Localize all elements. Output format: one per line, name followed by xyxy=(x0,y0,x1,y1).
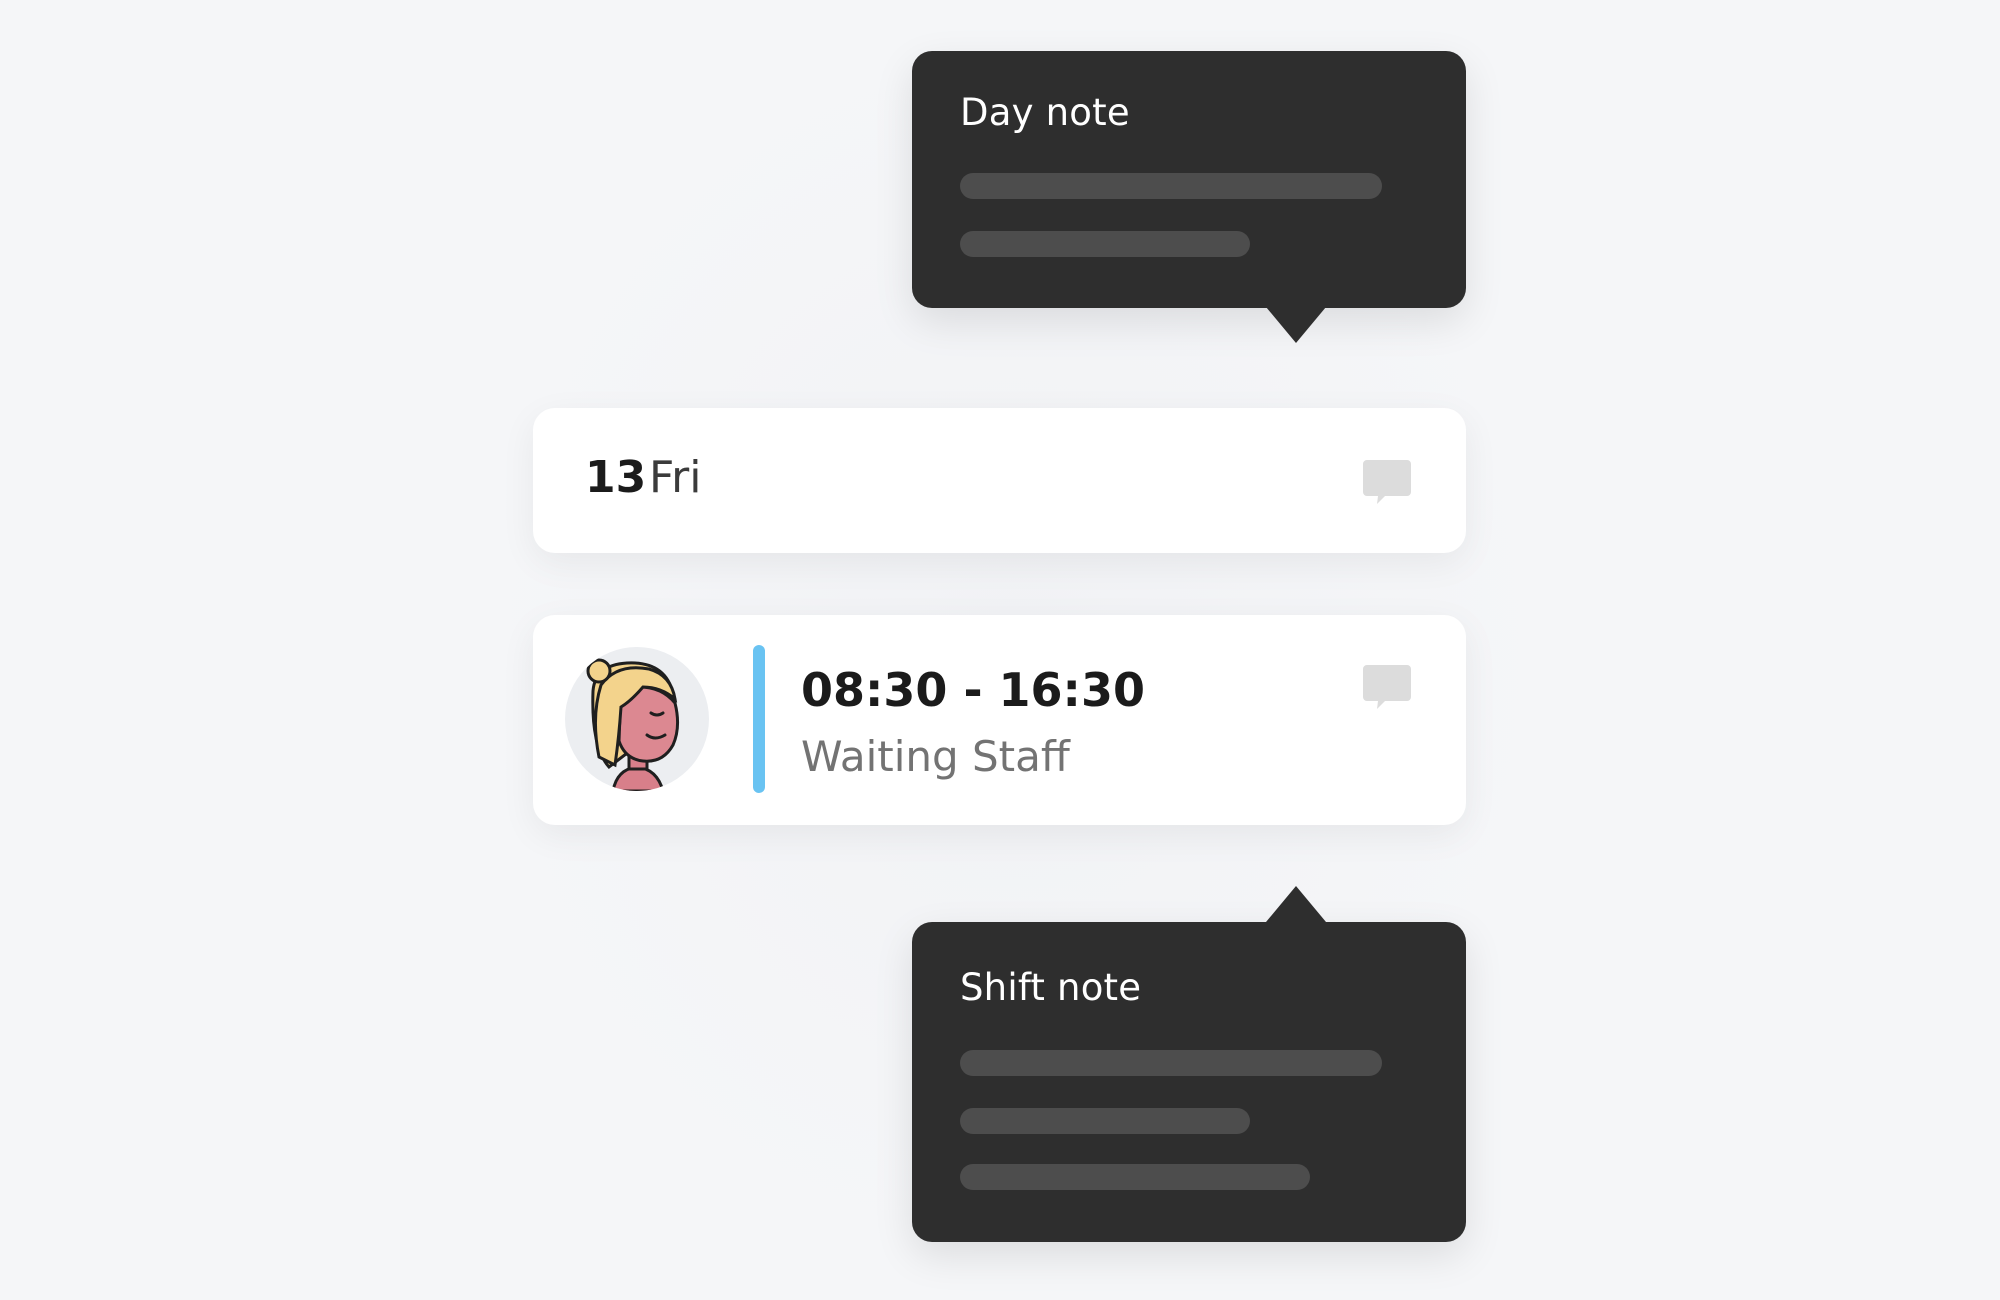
shift-note-placeholder-line xyxy=(960,1050,1382,1076)
day-note-placeholder-line xyxy=(960,173,1382,199)
day-header-card[interactable]: 13 Fri xyxy=(533,408,1466,553)
user-avatar xyxy=(565,647,709,791)
shift-note-title: Shift note xyxy=(960,966,1142,1009)
date-number: 13 xyxy=(585,452,647,503)
shift-note-pointer xyxy=(1266,886,1326,922)
shift-card[interactable]: 08:30 - 16:30 Waiting Staff xyxy=(533,615,1466,825)
comment-icon[interactable] xyxy=(1361,456,1413,508)
shift-note-placeholder-line xyxy=(960,1108,1250,1134)
shift-note-popover: Shift note xyxy=(912,886,1466,1242)
day-note-placeholder-line xyxy=(960,231,1250,257)
shift-role-label: Waiting Staff xyxy=(801,732,1070,781)
role-color-indicator xyxy=(753,645,765,793)
comment-icon[interactable] xyxy=(1361,661,1413,713)
user-avatar-illustration xyxy=(586,658,680,791)
day-note-title: Day note xyxy=(960,91,1130,134)
shift-note-placeholder-line xyxy=(960,1164,1310,1190)
day-note-pointer xyxy=(1266,307,1326,343)
date-day-name: Fri xyxy=(649,452,702,503)
day-note-popover: Day note xyxy=(912,51,1466,343)
shift-time-range: 08:30 - 16:30 xyxy=(801,663,1145,717)
